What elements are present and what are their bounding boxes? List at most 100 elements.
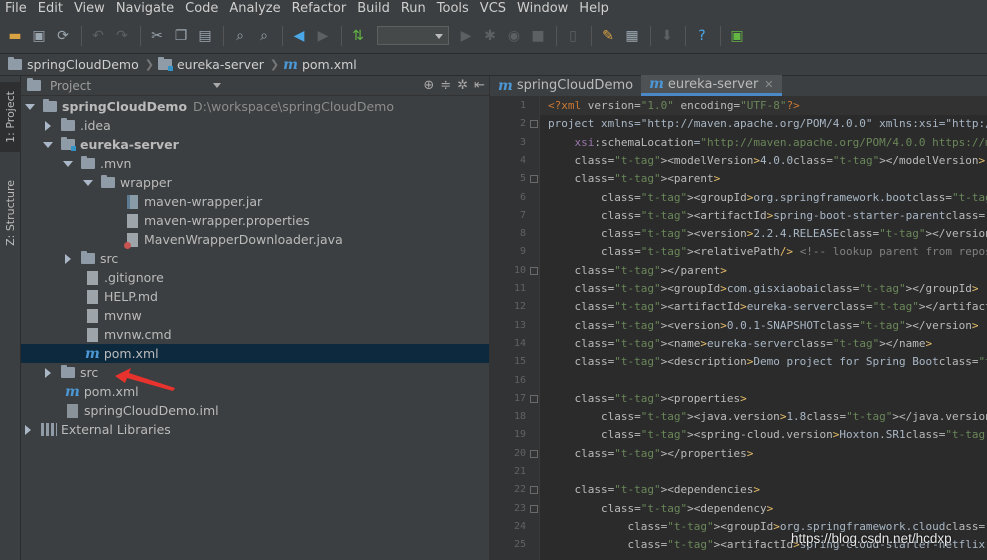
code-line[interactable]: class="t-tag"></properties> <box>548 445 754 463</box>
plugin-icon[interactable]: ▣ <box>726 25 748 47</box>
menu-refactor[interactable]: Refactor <box>287 0 353 18</box>
menu-view[interactable]: View <box>69 0 111 18</box>
fold-toggle-icon[interactable] <box>530 266 538 275</box>
tree-node-help-md[interactable]: HELP.md <box>21 287 489 306</box>
menu-help[interactable]: Help <box>574 0 615 18</box>
menu-file[interactable]: File <box>0 0 33 18</box>
fold-toggle-icon[interactable] <box>530 120 538 129</box>
code-line[interactable]: class="t-tag"></parent> <box>548 262 727 280</box>
stop-icon[interactable]: ■ <box>527 25 549 47</box>
cut-icon[interactable]: ✂ <box>146 25 168 47</box>
expanded-arrow-icon[interactable] <box>25 103 35 110</box>
code-line[interactable]: class="t-tag"><spring-cloud.version>Hoxt… <box>548 426 987 444</box>
code-line[interactable]: class="t-tag"><dependency> <box>548 500 773 518</box>
undo-icon[interactable]: ↶ <box>87 25 109 47</box>
breadcrumb-module[interactable]: eureka-server ❯ <box>157 57 279 72</box>
open-folder-icon[interactable]: ▬ <box>4 25 26 47</box>
find-icon[interactable]: ⌕ <box>229 25 251 47</box>
locate-file-icon[interactable]: ⊕ <box>423 78 434 93</box>
debug-icon[interactable]: ✱ <box>479 25 501 47</box>
menu-run[interactable]: Run <box>396 0 432 18</box>
code-line[interactable]: class="t-tag"><artifactId>eureka-serverc… <box>548 298 987 316</box>
collapsed-arrow-icon[interactable] <box>25 424 31 435</box>
tree-node-iml[interactable]: springCloudDemo.iml <box>21 401 489 420</box>
help-icon[interactable]: ? <box>691 25 713 47</box>
replace-icon[interactable]: ⌕ <box>253 25 275 47</box>
tab-eureka-server[interactable]: m eureka-server ✕ <box>641 75 782 96</box>
project-panel-title[interactable]: Project <box>50 79 91 93</box>
breadcrumb-project[interactable]: springCloudDemo ❯ <box>8 57 154 72</box>
menu-code[interactable]: Code <box>180 0 224 18</box>
vcs-icon[interactable]: ▯ <box>562 25 584 47</box>
fold-toggle-icon[interactable] <box>530 175 538 184</box>
expanded-arrow-icon[interactable] <box>43 141 53 148</box>
project-tool-tab[interactable]: 1: Project <box>0 82 21 152</box>
fold-toggle-icon[interactable] <box>530 504 538 513</box>
menu-tools[interactable]: Tools <box>432 0 475 18</box>
copy-icon[interactable]: ❐ <box>170 25 192 47</box>
structure-tool-tab[interactable]: Z: Structure <box>0 172 21 254</box>
view-mode-dropdown-icon[interactable] <box>213 83 222 88</box>
save-all-icon[interactable]: ▣ <box>28 25 50 47</box>
code-line[interactable]: class="t-tag"><groupId>org.springframewo… <box>548 189 987 207</box>
code-line[interactable]: class="t-tag"><artifactId>spring-boot-st… <box>548 207 987 225</box>
code-editor[interactable]: <?xml version="1.0" encoding="UTF-8"?> pr… <box>540 97 987 560</box>
tree-node-eureka-server[interactable]: eureka-server <box>21 135 489 154</box>
code-line[interactable]: xsi:schemaLocation="http://maven.apache.… <box>548 134 987 152</box>
forward-icon[interactable]: ▶ <box>312 25 334 47</box>
menu-build[interactable]: Build <box>352 0 396 18</box>
collapsed-arrow-icon[interactable] <box>65 253 71 264</box>
code-line[interactable]: class="t-tag"><java.version>1.8class="t-… <box>548 408 987 426</box>
menu-window[interactable]: Window <box>512 0 574 18</box>
menu-analyze[interactable]: Analyze <box>224 0 286 18</box>
fold-toggle-icon[interactable] <box>530 394 538 403</box>
coverage-icon[interactable]: ◉ <box>503 25 525 47</box>
run-icon[interactable]: ▶ <box>455 25 477 47</box>
tree-node-external-libraries[interactable]: External Libraries <box>21 420 489 439</box>
hide-panel-icon[interactable]: ⇤ <box>474 78 485 93</box>
menu-navigate[interactable]: Navigate <box>111 0 180 18</box>
tab-springclouddemo[interactable]: m springCloudDemo <box>490 75 641 96</box>
expanded-arrow-icon[interactable] <box>83 179 93 186</box>
menu-vcs[interactable]: VCS <box>475 0 512 18</box>
code-line[interactable]: class="t-tag"><dependencies> <box>548 481 760 499</box>
paste-icon[interactable]: ▤ <box>194 25 216 47</box>
code-line[interactable]: class="t-tag"><name>eureka-serverclass="… <box>548 335 933 353</box>
sdk-icon[interactable]: ⬇ <box>656 25 678 47</box>
menu-edit[interactable]: Edit <box>33 0 69 18</box>
code-line[interactable]: <?xml version="1.0" encoding="UTF-8"?> <box>548 97 800 115</box>
tree-node-gitignore[interactable]: .gitignore <box>21 268 489 287</box>
code-line[interactable]: class="t-tag"><relativePath/> <!-- looku… <box>548 243 987 261</box>
tree-node-src[interactable]: src <box>21 249 489 268</box>
tree-node-idea[interactable]: .idea <box>21 116 489 135</box>
settings-wrench-icon[interactable]: ✎ <box>597 25 619 47</box>
code-line[interactable]: class="t-tag"><modelVersion>4.0.0class="… <box>548 152 986 170</box>
collapsed-arrow-icon[interactable] <box>45 120 51 131</box>
tree-node-root-pom-xml[interactable]: m pom.xml <box>21 382 489 401</box>
close-tab-icon[interactable]: ✕ <box>764 78 773 91</box>
code-line[interactable]: class="t-tag"><version>0.0.1-SNAPSHOTcla… <box>548 317 979 335</box>
breadcrumb-file[interactable]: m pom.xml <box>283 57 357 73</box>
code-line[interactable]: class="t-tag"><properties> <box>548 390 747 408</box>
code-line[interactable]: class="t-tag"><groupId>com.gisxiaobaicla… <box>548 280 979 298</box>
tree-node-maven-wrapper-downloader[interactable]: MavenWrapperDownloader.java <box>21 230 489 249</box>
tree-node-mvnw[interactable]: mvnw <box>21 306 489 325</box>
code-line[interactable]: class="t-tag"><description>Demo project … <box>548 353 987 371</box>
tree-node-root[interactable]: springCloudDemo D:\workspace\springCloud… <box>21 97 489 116</box>
code-line[interactable]: class="t-tag"><version>2.2.4.RELEASEclas… <box>548 225 987 243</box>
tree-node-wrapper[interactable]: wrapper <box>21 173 489 192</box>
tree-node-maven-wrapper-jar[interactable]: maven-wrapper.jar <box>21 192 489 211</box>
synchronize-icon[interactable]: ⟳ <box>52 25 74 47</box>
build-project-icon[interactable]: ⇅ <box>347 25 369 47</box>
fold-toggle-icon[interactable] <box>530 486 538 495</box>
tree-node-mvn[interactable]: .mvn <box>21 154 489 173</box>
tree-node-root-src[interactable]: src <box>21 363 489 382</box>
back-icon[interactable]: ◀ <box>288 25 310 47</box>
tree-node-mvnw-cmd[interactable]: mvnw.cmd <box>21 325 489 344</box>
run-configuration-select[interactable] <box>377 26 449 45</box>
tree-node-eureka-pom-xml[interactable]: m pom.xml <box>21 344 489 363</box>
redo-icon[interactable]: ↷ <box>111 25 133 47</box>
collapsed-arrow-icon[interactable] <box>45 367 51 378</box>
code-line[interactable]: class="t-tag"><parent> <box>548 170 721 188</box>
expanded-arrow-icon[interactable] <box>63 160 73 167</box>
